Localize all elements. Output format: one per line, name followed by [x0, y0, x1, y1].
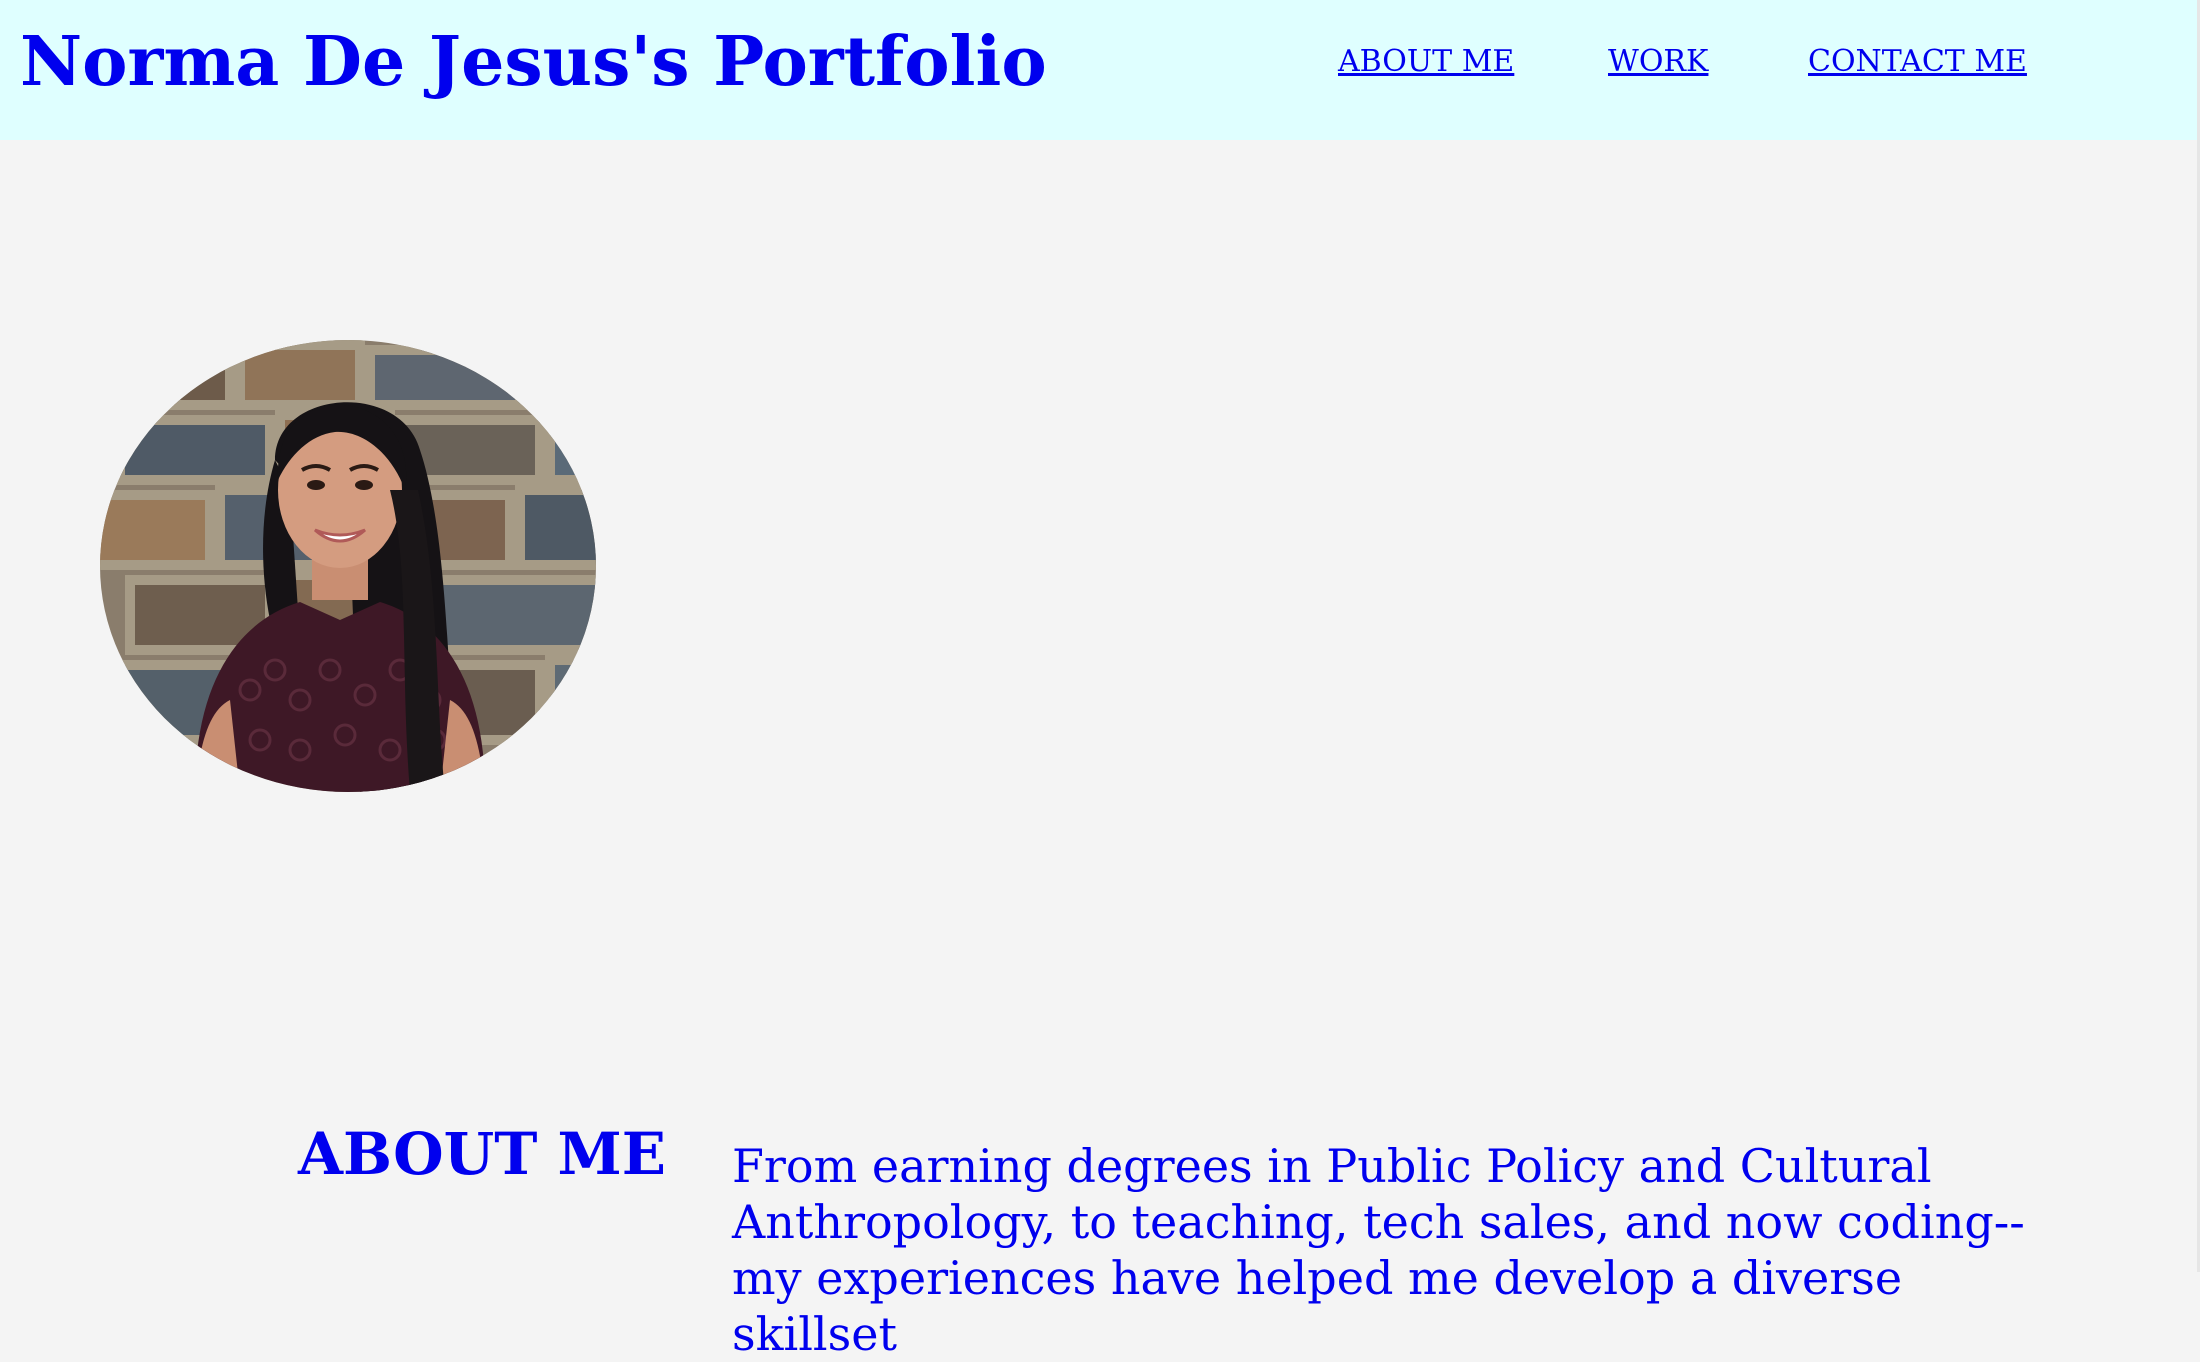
site-title: Norma De Jesus's Portfolio [20, 22, 1047, 102]
site-header: Norma De Jesus's Portfolio ABOUT ME WORK… [0, 0, 2200, 140]
profile-photo [100, 340, 596, 792]
about-me-text: From earning degrees in Public Policy an… [732, 1139, 2025, 1361]
nav-link-contact-me[interactable]: CONTACT ME [1808, 40, 2027, 84]
nav-link-work[interactable]: WORK [1608, 40, 1708, 84]
nav-link-about-me[interactable]: ABOUT ME [1338, 40, 1514, 84]
profile-photo-illustration [100, 340, 596, 792]
about-me-heading: ABOUT ME [298, 1120, 666, 1188]
